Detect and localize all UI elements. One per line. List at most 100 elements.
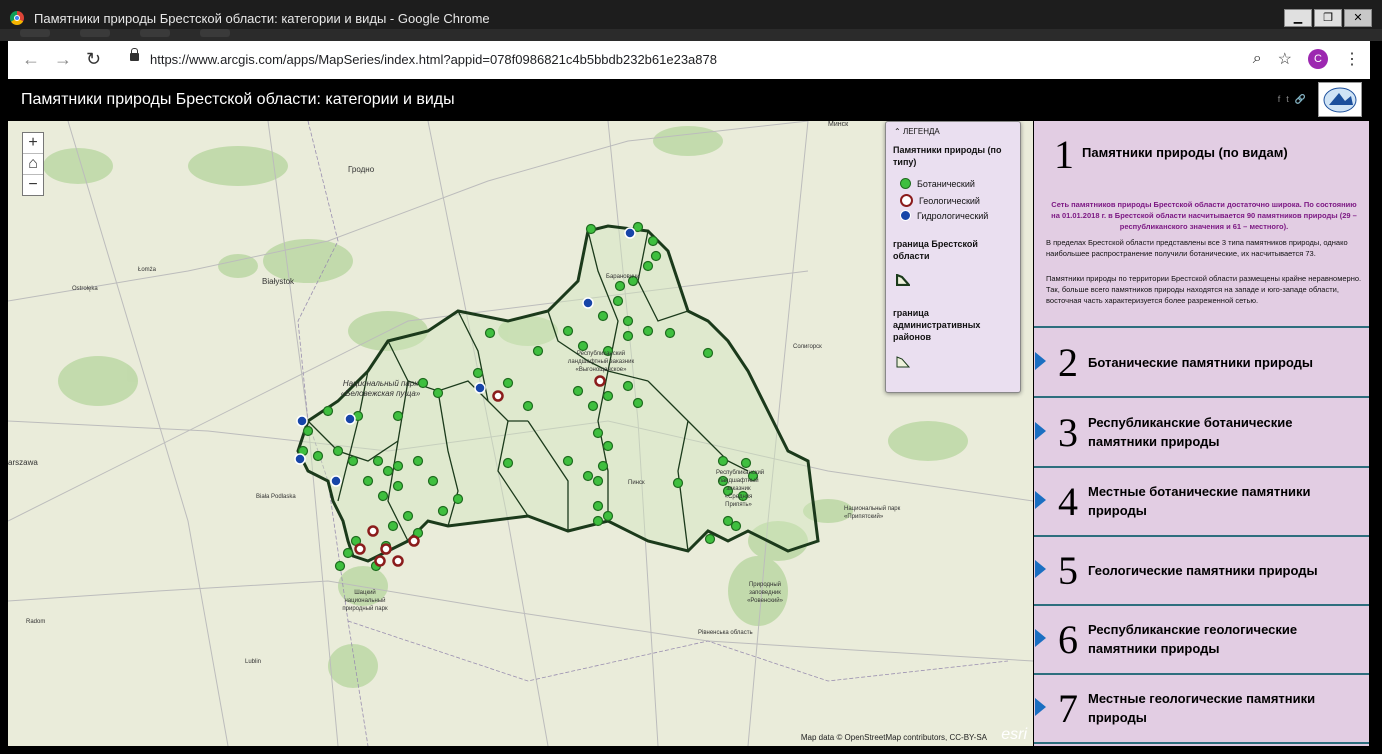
legend-title[interactable]: ⌃ ЛЕГЕНДА	[894, 127, 940, 136]
map-view[interactable]: Гродно Białystok arszawa Biała Podlaska …	[8, 121, 1033, 746]
section-title: Геологические памятники природы	[1088, 562, 1318, 578]
park-label-rivne: Природный заповедник «Ровенский»	[747, 582, 783, 604]
forward-icon[interactable]: →	[54, 49, 72, 69]
park-label-shatsk: Шацкий национальный природный парк	[342, 590, 388, 612]
section-title: Местные геологические памятники природы	[1088, 691, 1316, 725]
expand-arrow-icon	[1035, 629, 1046, 647]
zoom-out-button[interactable]: −	[23, 175, 43, 195]
section-number: 6	[1058, 617, 1078, 662]
map-attribution: Map data © OpenStreetMap contributors, C…	[800, 733, 987, 742]
district-boundary-icon	[896, 356, 910, 368]
window-title: Памятники природы Брестской области: кат…	[34, 11, 490, 26]
city-label-pinsk: Пинск	[628, 480, 645, 486]
browser-tab[interactable]	[140, 29, 170, 37]
section-number: 4	[1058, 479, 1078, 524]
city-label-minsk: Минск	[828, 121, 849, 128]
zoom-icon[interactable]: ⌕	[1253, 50, 1262, 68]
zoom-in-button[interactable]: +	[23, 133, 43, 154]
browser-tab[interactable]	[200, 29, 230, 37]
tab-strip	[0, 29, 1382, 41]
profile-avatar[interactable]: C	[1308, 49, 1328, 69]
section-title: Ботанические памятники природы	[1088, 354, 1314, 370]
section-2[interactable]: 2 Ботанические памятники природы	[1034, 328, 1369, 398]
section-7[interactable]: 7 Местные геологические памятники природ…	[1034, 674, 1369, 744]
section-5[interactable]: 5 Геологические памятники природы	[1034, 536, 1369, 606]
home-icon[interactable]: ⌂	[23, 154, 43, 175]
park-label-vygon: Республиканский ландшафтный заказник «Вы…	[567, 351, 635, 373]
twitter-icon[interactable]: t	[1286, 94, 1289, 105]
section-paragraph: В пределах Брестской области представлен…	[1046, 238, 1348, 258]
section-number: 2	[1058, 340, 1078, 385]
legend-subtitle: Памятники природы (по типу)	[893, 145, 1002, 167]
section-title: Местные ботанические памятники природы	[1088, 484, 1311, 518]
city-label-grodno: Гродно	[348, 165, 375, 174]
map-labels: Гродно Białystok arszawa Biała Podlaska …	[8, 121, 1033, 746]
section-4[interactable]: 4 Местные ботанические памятники природы	[1034, 467, 1369, 537]
section-number: 3	[1058, 410, 1078, 455]
legend-item-label: Геологический	[919, 195, 980, 206]
side-panel: 1 Памятники природы (по видам) Сеть памя…	[1034, 121, 1369, 746]
window-edge	[1370, 79, 1382, 754]
back-icon[interactable]: ←	[22, 49, 40, 69]
legend-title-text: ЛЕГЕНДА	[902, 127, 940, 136]
legend-region-boundary-label: граница Брестской области	[893, 239, 978, 261]
facebook-icon[interactable]: f	[1278, 94, 1281, 105]
browser-tab[interactable]	[20, 29, 50, 37]
browser-tab[interactable]	[80, 29, 110, 37]
legend-panel: ⌃ ЛЕГЕНДА Памятники природы (по типу) Бо…	[885, 121, 1021, 393]
address-bar: ← → ↻ https://www.arcgis.com/apps/MapSer…	[8, 41, 1370, 79]
menu-dots-icon[interactable]: ⋮	[1344, 49, 1360, 69]
close-button[interactable]: ✕	[1344, 9, 1372, 27]
region-label-rovno: Рівненська область	[698, 630, 753, 636]
legend-item-botanical: Ботанический	[900, 178, 975, 189]
url-field[interactable]: https://www.arcgis.com/apps/MapSeries/in…	[150, 52, 717, 67]
expand-arrow-icon	[1035, 491, 1046, 509]
legend-district-boundary-label: граница административных районов	[893, 308, 981, 342]
city-label-lomza: Łomża	[138, 267, 157, 273]
hydrological-marker-icon	[900, 210, 911, 221]
section-6[interactable]: 6 Республиканские геологические памятник…	[1034, 605, 1369, 675]
bookmark-star-icon[interactable]: ☆	[1278, 49, 1292, 69]
section-number: 7	[1058, 686, 1078, 731]
logo	[1318, 82, 1362, 117]
app-title: Памятники природы Брестской области: кат…	[21, 91, 455, 108]
reload-icon[interactable]: ↻	[86, 49, 101, 69]
city-label-radom: Radom	[26, 619, 46, 625]
esri-logo: esri	[1001, 726, 1027, 743]
park-label-pripyat: Национальный парк «Припятский»	[844, 506, 901, 520]
minimize-button[interactable]: ▁	[1284, 9, 1312, 27]
expand-arrow-icon	[1035, 698, 1046, 716]
city-label-soligorsk: Солигорск	[793, 344, 822, 350]
section-paragraph: Памятники природы по территории Брестско…	[1046, 274, 1362, 305]
section-3[interactable]: 3 Республиканские ботанические памятники…	[1034, 398, 1369, 468]
park-label-srednyaya: Республиканский ландшафтный заказник «Ср…	[716, 470, 765, 508]
region-boundary-icon	[896, 274, 910, 286]
section-number: 1	[1054, 132, 1074, 177]
expand-arrow-icon	[1035, 560, 1046, 578]
legend-item-geological: Геологический	[900, 194, 980, 207]
section-highlight-text: Сеть памятников природы Брестской област…	[1051, 200, 1357, 231]
legend-item-label: Гидрологический	[917, 210, 989, 221]
lock-icon	[130, 48, 139, 61]
city-label-warszawa: arszawa	[8, 458, 38, 467]
section-number: 5	[1058, 548, 1078, 593]
geological-marker-icon	[900, 194, 913, 207]
expand-arrow-icon	[1035, 422, 1046, 440]
section-title: Памятники природы (по видам)	[1082, 145, 1288, 160]
zoom-controls: + ⌂ −	[22, 132, 44, 196]
botanical-marker-icon	[900, 178, 911, 189]
app-header: Памятники природы Брестской области: кат…	[8, 79, 1370, 119]
section-title: Республиканские геологические памятники …	[1088, 622, 1298, 656]
maximize-button[interactable]: ❐	[1314, 9, 1342, 27]
city-label-biala: Biała Podlaska	[256, 494, 296, 500]
link-icon[interactable]: 🔗	[1295, 94, 1306, 105]
section-1[interactable]: 1 Памятники природы (по видам) Сеть памя…	[1034, 121, 1369, 328]
expand-arrow-icon	[1035, 352, 1046, 370]
chrome-icon	[10, 11, 24, 25]
city-label-ostroleka: Ostrołęka	[72, 286, 98, 292]
section-title: Республиканские ботанические памятники п…	[1088, 415, 1293, 449]
city-label-bialystok: Białystok	[262, 277, 295, 286]
legend-item-label: Ботанический	[917, 178, 975, 189]
legend-item-hydrological: Гидрологический	[900, 210, 988, 221]
park-label-belovezhskaya: Национальный парк «Беловежская пуща»	[340, 379, 421, 398]
